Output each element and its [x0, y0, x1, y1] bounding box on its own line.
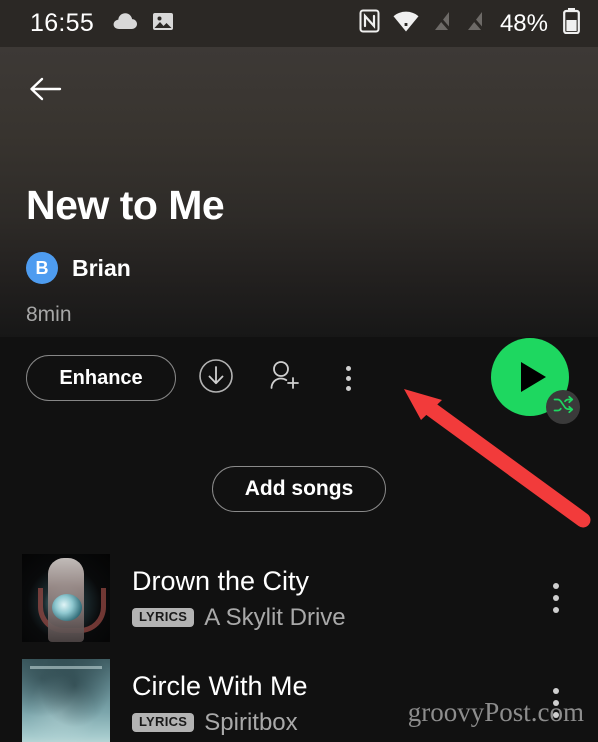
add-person-icon: [265, 358, 303, 399]
wifi-icon: [393, 11, 419, 37]
more-vertical-icon: [553, 687, 559, 694]
watermark: groovyPost.com: [407, 697, 584, 727]
page-title: New to Me: [26, 182, 225, 228]
track-title: Drown the City: [132, 565, 310, 596]
play-icon: [520, 362, 546, 392]
track-row[interactable]: Circle With Me LYRICS Spiritbox: [0, 650, 598, 742]
more-vertical-icon: [345, 385, 351, 391]
status-bar-notification-icons: [112, 11, 174, 37]
track-info: Drown the City LYRICS A Skylit Drive: [132, 564, 536, 632]
download-button[interactable]: [188, 354, 244, 402]
playlist-duration-label: 8min: [26, 303, 72, 326]
battery-icon: [563, 8, 580, 39]
image-icon: [152, 11, 174, 37]
owner-name-label: Brian: [72, 254, 131, 281]
signal-disabled-icon: [465, 10, 485, 37]
playlist-more-button[interactable]: [326, 354, 370, 402]
status-bar: 16:55 48%: [0, 0, 598, 47]
add-people-button[interactable]: [256, 354, 312, 402]
track-row[interactable]: Drown the City LYRICS A Skylit Drive: [0, 545, 598, 650]
status-bar-clock: 16:55: [30, 9, 95, 37]
track-subtitle: LYRICS A Skylit Drive: [132, 604, 536, 632]
phone-screen: 16:55 48% New to Me B Brian 8min Enhance…: [0, 0, 598, 742]
download-circle-icon: [198, 358, 234, 399]
more-vertical-icon: [345, 375, 351, 381]
status-bar-system-icons: 48%: [359, 8, 580, 39]
playlist-actions-row: Enhance: [26, 354, 370, 402]
avatar: B: [26, 252, 58, 284]
back-arrow-icon: [28, 76, 62, 107]
play-button[interactable]: [491, 338, 580, 424]
more-vertical-icon: [553, 594, 559, 601]
back-button[interactable]: [24, 72, 66, 110]
more-vertical-icon: [553, 606, 559, 613]
track-artist: A Skylit Drive: [204, 603, 346, 631]
track-artist: Spiritbox: [204, 708, 298, 736]
nfc-icon: [359, 9, 380, 38]
shuffle-icon: [552, 394, 574, 421]
add-songs-button[interactable]: Add songs: [211, 466, 387, 512]
enhance-button[interactable]: Enhance: [26, 355, 176, 401]
more-vertical-icon: [345, 365, 351, 371]
lyrics-badge: LYRICS: [132, 608, 195, 627]
shuffle-toggle-button[interactable]: [546, 390, 580, 424]
track-more-button[interactable]: [536, 568, 576, 628]
battery-percentage-label: 48%: [499, 9, 548, 37]
album-art: [22, 553, 110, 642]
playlist-owner[interactable]: B Brian: [26, 252, 131, 284]
signal-disabled-icon: [432, 10, 452, 37]
more-vertical-icon: [553, 582, 559, 589]
lyrics-badge: LYRICS: [132, 713, 195, 732]
album-art: [22, 658, 110, 742]
cloud-icon: [112, 11, 138, 36]
add-songs-row: Add songs: [0, 466, 598, 512]
